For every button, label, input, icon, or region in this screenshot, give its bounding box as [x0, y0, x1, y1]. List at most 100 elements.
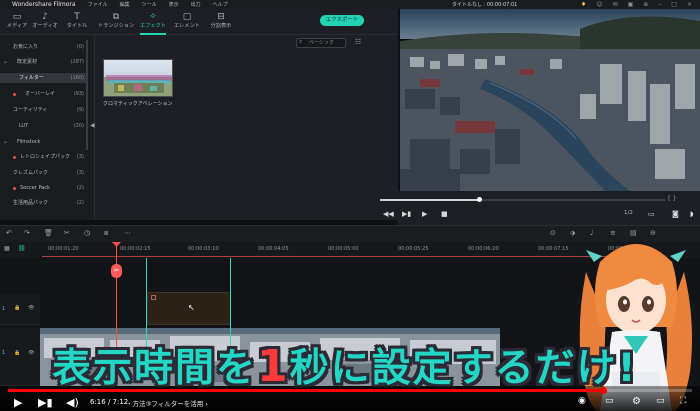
- category-klezm-pack[interactable]: クレズムパック (3): [0, 168, 88, 178]
- grid-view-icon[interactable]: ☷: [355, 38, 361, 46]
- ruler-tick: 00:00:01:20: [48, 246, 79, 252]
- cart-icon[interactable]: ⊕: [643, 1, 648, 8]
- tab-audio[interactable]: ♪ オーディオ: [28, 12, 62, 29]
- collapse-panel-icon[interactable]: ◀: [90, 122, 95, 129]
- ruler-tick: 00:00:05:25: [398, 246, 429, 252]
- menu-edit[interactable]: 編集: [120, 1, 130, 8]
- playhead-handle[interactable]: ✂: [111, 264, 122, 278]
- step-back-icon[interactable]: ◀◀: [383, 210, 394, 218]
- youtube-progress-fill: [8, 389, 604, 392]
- ruler-tick: 00:00:02:15: [120, 246, 151, 252]
- tab-split-screen[interactable]: ⊟ 分割表示: [204, 12, 238, 29]
- fullscreen-icon[interactable]: ⛶: [680, 396, 686, 406]
- play-icon[interactable]: ▶: [422, 210, 427, 218]
- preview-nav-chevrons[interactable]: { }: [667, 195, 677, 202]
- play-icon[interactable]: ▶: [14, 396, 22, 409]
- track-header-video: 1 🔒 👁: [0, 328, 40, 386]
- city-aerial-footage: [400, 9, 700, 191]
- menu-export[interactable]: 出力: [191, 1, 201, 8]
- tab-split-label: 分割表示: [210, 23, 232, 29]
- subtitles-icon[interactable]: ▭: [605, 396, 614, 406]
- link-icon[interactable]: ⛓: [18, 245, 26, 252]
- cut-icon[interactable]: ✂: [64, 229, 70, 237]
- category-count: (9): [76, 107, 84, 113]
- music-icon: ♪: [42, 12, 48, 22]
- preview-scrubber-fill: [380, 199, 480, 201]
- category-daily-goods-pack[interactable]: 生活用品パック (2): [0, 198, 88, 208]
- screen-icon[interactable]: ▭: [648, 210, 655, 218]
- undo-icon[interactable]: ↶: [6, 229, 12, 237]
- ruler-tick: 00:00:07:15: [538, 246, 569, 252]
- search-icon: ⌕: [299, 38, 303, 45]
- category-retro-shape-pack[interactable]: レトロシェイプパック (3): [0, 152, 88, 162]
- add-track-icon[interactable]: ▦: [4, 245, 10, 252]
- track-header-effects: 1 🔒 👁: [0, 295, 40, 325]
- category-filmstock[interactable]: ⌄ Filmstock: [0, 137, 88, 147]
- category-utility[interactable]: ユーティリティ (9): [0, 105, 88, 115]
- category-lut[interactable]: LUT (20): [0, 121, 88, 131]
- category-scrollbar[interactable]: [86, 40, 88, 150]
- tab-transition[interactable]: ⧉ トランジション: [96, 12, 136, 29]
- tab-media-label: メディア: [6, 23, 28, 29]
- next-icon[interactable]: ▶▮: [38, 396, 53, 409]
- menu-tools[interactable]: ツール: [142, 1, 157, 8]
- preview-scrubber-knob[interactable]: [477, 197, 482, 202]
- menu-view[interactable]: 表示: [169, 1, 179, 8]
- maximize-icon[interactable]: □: [671, 1, 677, 8]
- eye-icon[interactable]: 👁: [28, 350, 34, 356]
- close-icon[interactable]: ×: [687, 1, 692, 8]
- stop-icon[interactable]: ■: [441, 210, 448, 218]
- track-number: 1: [2, 350, 6, 356]
- snapshot-icon[interactable]: ◙: [672, 210, 679, 218]
- play-back-icon[interactable]: ▶▮: [402, 210, 411, 218]
- ruler-tick: 00:00:05:00: [328, 246, 359, 252]
- category-count: (3): [76, 170, 84, 176]
- category-favorites[interactable]: お気に入り (0): [0, 42, 88, 52]
- crop-icon[interactable]: ⧈: [104, 229, 108, 238]
- render-icon[interactable]: ⊙: [550, 229, 556, 237]
- tab-effects-label: エフェクト: [140, 23, 166, 29]
- export-button[interactable]: エクスポート: [320, 15, 364, 26]
- category-soccer-pack[interactable]: Soccer Pack (2): [0, 183, 88, 193]
- document-title: タイトルなし : 00:00:07:01: [452, 2, 518, 8]
- category-count: (287): [70, 59, 84, 65]
- menu-help[interactable]: ヘルプ: [213, 1, 228, 8]
- mail-icon[interactable]: ✉: [613, 1, 618, 8]
- ruler-tick: 00:00:06:20: [468, 246, 499, 252]
- eye-icon[interactable]: 👁: [28, 305, 34, 311]
- volume-icon[interactable]: ◗: [690, 210, 694, 218]
- lock-icon[interactable]: 🔒: [14, 350, 20, 356]
- color-icon[interactable]: ⋯: [124, 229, 131, 237]
- ruler-tick: 00:00:03:10: [188, 246, 219, 252]
- category-count: (20): [73, 123, 84, 129]
- account-icon[interactable]: ☺: [596, 1, 602, 8]
- filter-clip[interactable]: ↖: [147, 292, 231, 325]
- delete-icon[interactable]: 🗑: [44, 229, 53, 237]
- category-default-assets[interactable]: ⌄ 既定素材 (287): [0, 57, 88, 67]
- category-overlay[interactable]: オーバーレイ (93): [0, 89, 88, 99]
- lock-icon[interactable]: 🔒: [14, 305, 20, 311]
- chromatic-aberration-thumbnail-image: [104, 60, 172, 96]
- autoplay-toggle-icon[interactable]: ◉: [578, 396, 586, 406]
- youtube-chapter[interactable]: ・方法③フィルターを活用 ›: [126, 398, 208, 408]
- caption-highlight: 1: [257, 341, 290, 392]
- lightbulb-icon[interactable]: ♦: [581, 1, 586, 8]
- effect-thumbnail[interactable]: [103, 59, 173, 97]
- tab-effects[interactable]: ✧ エフェクト: [136, 12, 170, 35]
- theater-mode-icon[interactable]: ▭: [656, 396, 665, 406]
- effects-icon: ✧: [149, 12, 157, 22]
- tab-title[interactable]: T タイトル: [60, 12, 94, 29]
- tab-elements[interactable]: ▢ エレメント: [170, 12, 204, 29]
- menu-file[interactable]: ファイル: [88, 1, 108, 8]
- volume-icon[interactable]: ◀): [66, 396, 79, 409]
- minimize-icon[interactable]: –: [658, 1, 661, 8]
- category-count: (3): [76, 154, 84, 160]
- transition-icon: ⧉: [112, 12, 120, 22]
- search-input[interactable]: ベーシック: [296, 38, 346, 48]
- settings-gear-icon[interactable]: ⚙: [632, 396, 641, 407]
- save-icon[interactable]: ▣: [628, 1, 634, 8]
- category-filters[interactable]: フィルター (160): [0, 73, 88, 83]
- redo-icon[interactable]: ↷: [24, 229, 30, 237]
- split-screen-icon: ⊟: [217, 12, 225, 22]
- speed-icon[interactable]: ◷: [84, 229, 90, 237]
